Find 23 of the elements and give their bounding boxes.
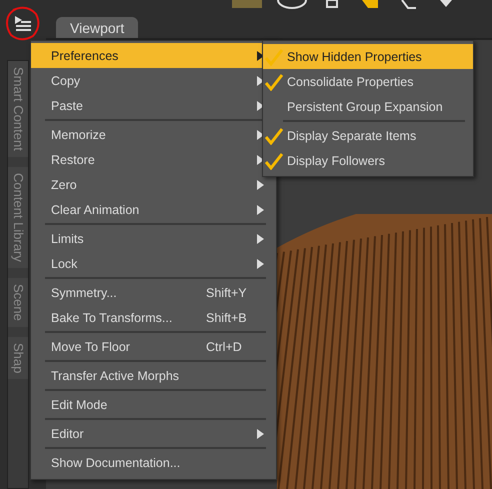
menu-item[interactable]: Display Followers (263, 148, 473, 173)
menu-item[interactable]: Symmetry... Shift+Y (31, 280, 276, 305)
menu-item[interactable]: Display Separate Items (263, 123, 473, 148)
panel-tab[interactable]: Shap (8, 336, 28, 379)
panel-tab[interactable]: Smart Content (8, 61, 28, 157)
menu-item[interactable]: Zero (31, 172, 276, 197)
menu-item[interactable]: Show Documentation... (31, 450, 276, 475)
menu-item[interactable]: Lock (31, 251, 276, 276)
menu-item[interactable]: Transfer Active Morphs (31, 363, 276, 388)
menu-item[interactable]: Editor (31, 421, 276, 446)
annotation-circle-drawing (5, 6, 41, 42)
menu-item[interactable]: Persistent Group Expansion (263, 94, 473, 119)
viewport-tab[interactable]: Viewport (56, 17, 138, 38)
menu-item[interactable]: Limits (31, 226, 276, 251)
menu-item[interactable]: Clear Animation (31, 197, 276, 222)
menu-item[interactable]: Consolidate Properties (263, 69, 473, 94)
menu-item[interactable]: Edit Mode (31, 392, 276, 417)
menu-item[interactable]: Bake To Transforms... Shift+B (31, 305, 276, 330)
panel-tab[interactable]: Scene (8, 278, 28, 327)
panel-tab[interactable]: Content Library (8, 166, 28, 268)
menu-item[interactable]: Show Hidden Properties (263, 44, 473, 69)
menu-item[interactable]: Move To Floor Ctrl+D (31, 334, 276, 359)
menu-icon[interactable] (12, 14, 34, 34)
